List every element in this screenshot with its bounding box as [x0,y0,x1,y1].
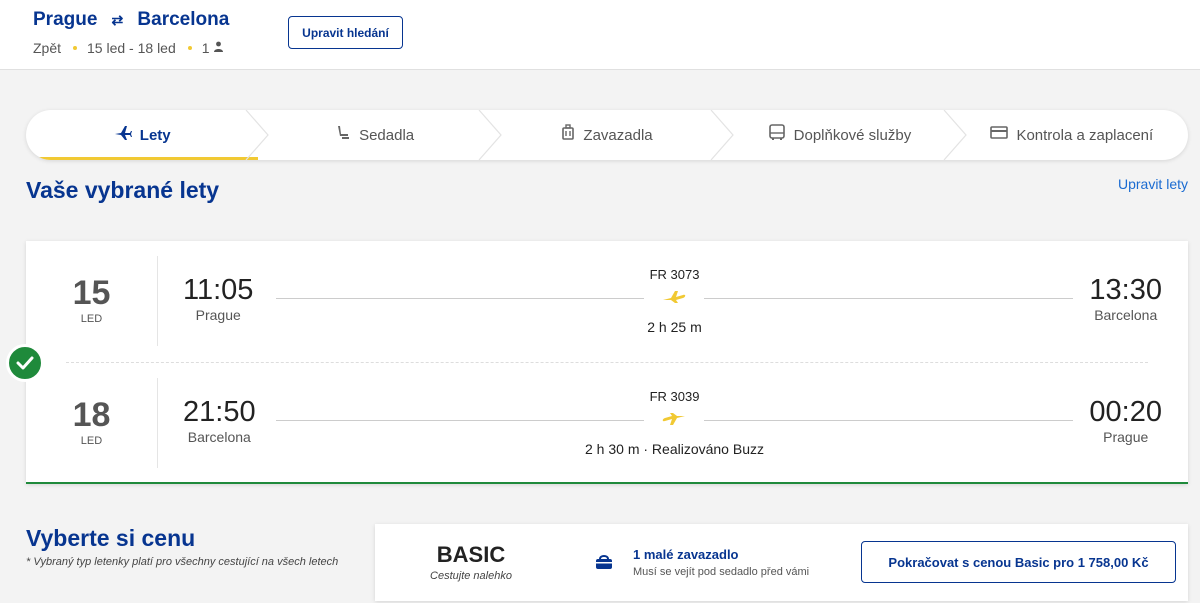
path-line [276,298,644,299]
seat-icon [335,125,351,146]
step-extras[interactable]: Doplňkové služby [723,110,967,160]
departure: 11:05 Prague [183,274,253,323]
card-icon [990,126,1009,144]
flight-path: FR 3073 2 h 25 m [276,256,1073,356]
flight-number: FR 3039 [649,389,700,404]
continue-basic-button[interactable]: Pokračovat s cenou Basic pro 1 758,00 Kč [861,541,1176,583]
price-section-title: Vyberte si cenu [26,525,196,551]
plane-icon [654,410,694,431]
trip-dates: 15 led - 18 led [87,40,176,56]
step-label: Sedadla [359,126,415,144]
flight-day: 18 [72,396,111,434]
trip-type: Zpět [33,40,62,56]
departure-time: 21:50 [183,396,256,428]
selected-flights-card: 15 LED 11:05 Prague FR 3073 2 h 25 m 13:… [26,241,1188,484]
outbound-flight: 15 LED 11:05 Prague FR 3073 2 h 25 m 13:… [26,256,1188,356]
destination-city: Barcelona [137,9,230,30]
arrival-city: Prague [1103,429,1149,445]
departure: 21:50 Barcelona [183,396,256,445]
edit-search-button[interactable]: Upravit hledání [288,16,403,49]
flight-duration: 2 h 30 m · Realizováno Buzz [585,441,764,457]
bag-allowance-subtitle: Musí se vejít pod sedadlo před vámi [633,566,810,578]
departure-city: Barcelona [187,429,251,445]
round-trip-icon: ⇄ [111,11,124,28]
flight-month: LED [80,435,103,447]
bag-icon [595,554,613,570]
flight-number: FR 3073 [649,267,700,282]
fare-tagline: Cestujte nalehko [430,570,512,582]
step-label: Kontrola a zaplacení [1016,126,1154,144]
step-flights[interactable]: Lety [26,110,270,160]
flight-duration: 2 h 25 m [647,319,702,335]
step-separator [245,110,270,160]
bag-allowance-title: 1 malé zavazadlo [633,547,739,562]
departure-time: 11:05 [183,274,254,306]
path-line [704,420,1073,421]
separator-dot [73,46,78,50]
booking-steps: Lety Sedadla Zavazadla Doplňkové služby … [26,110,1188,160]
flight-day: 15 [72,274,111,312]
separator-dot [187,46,192,50]
trip-meta: Zpět 15 led - 18 led 1 [33,40,224,56]
edit-flights-link[interactable]: Upravit lety [1118,176,1188,192]
step-separator [943,110,967,160]
passenger-count: 1 [201,40,210,56]
flight-date: 18 LED [26,378,158,468]
flight-date: 15 LED [26,256,158,346]
origin-city: Prague [33,9,98,30]
arrival-city: Barcelona [1094,307,1158,323]
step-label: Lety [139,126,171,144]
checkmark-icon [6,344,44,382]
fare-card-basic[interactable]: BASIC Cestujte nalehko 1 malé zavazadlo … [375,524,1188,601]
step-separator [478,110,502,160]
step-payment[interactable]: Kontrola a zaplacení [956,110,1188,160]
step-label: Doplňkové služby [793,126,912,144]
arrival-time: 00:20 [1089,396,1162,428]
step-separator [710,110,735,160]
person-icon [213,41,224,55]
trip-header: Prague ⇄ Barcelona Zpět 15 led - 18 led … [0,0,1200,70]
route-title: Prague ⇄ Barcelona [33,9,229,31]
selected-flights-title: Vaše vybrané lety [26,177,220,203]
luggage-icon [561,124,575,146]
arrival: 00:20 Prague [1089,396,1162,445]
price-note: * Vybraný typ letenky platí pro všechny … [26,556,339,568]
arrival-time: 13:30 [1089,274,1162,306]
flight-divider [66,362,1148,363]
step-label: Zavazadla [583,126,653,144]
arrival: 13:30 Barcelona [1089,274,1162,323]
flight-path: FR 3039 2 h 30 m · Realizováno Buzz [276,378,1073,478]
flight-month: LED [80,313,103,325]
inbound-flight: 18 LED 21:50 Barcelona FR 3039 2 h 30 m … [26,378,1188,478]
step-seats[interactable]: Sedadla [258,110,502,160]
path-line [276,420,644,421]
bus-icon [768,124,786,146]
departure-city: Prague [195,307,241,323]
plane-icon [654,288,694,309]
path-line [704,298,1073,299]
fare-name: BASIC [436,542,506,567]
step-luggage[interactable]: Zavazadla [491,110,735,160]
plane-icon [114,125,132,146]
